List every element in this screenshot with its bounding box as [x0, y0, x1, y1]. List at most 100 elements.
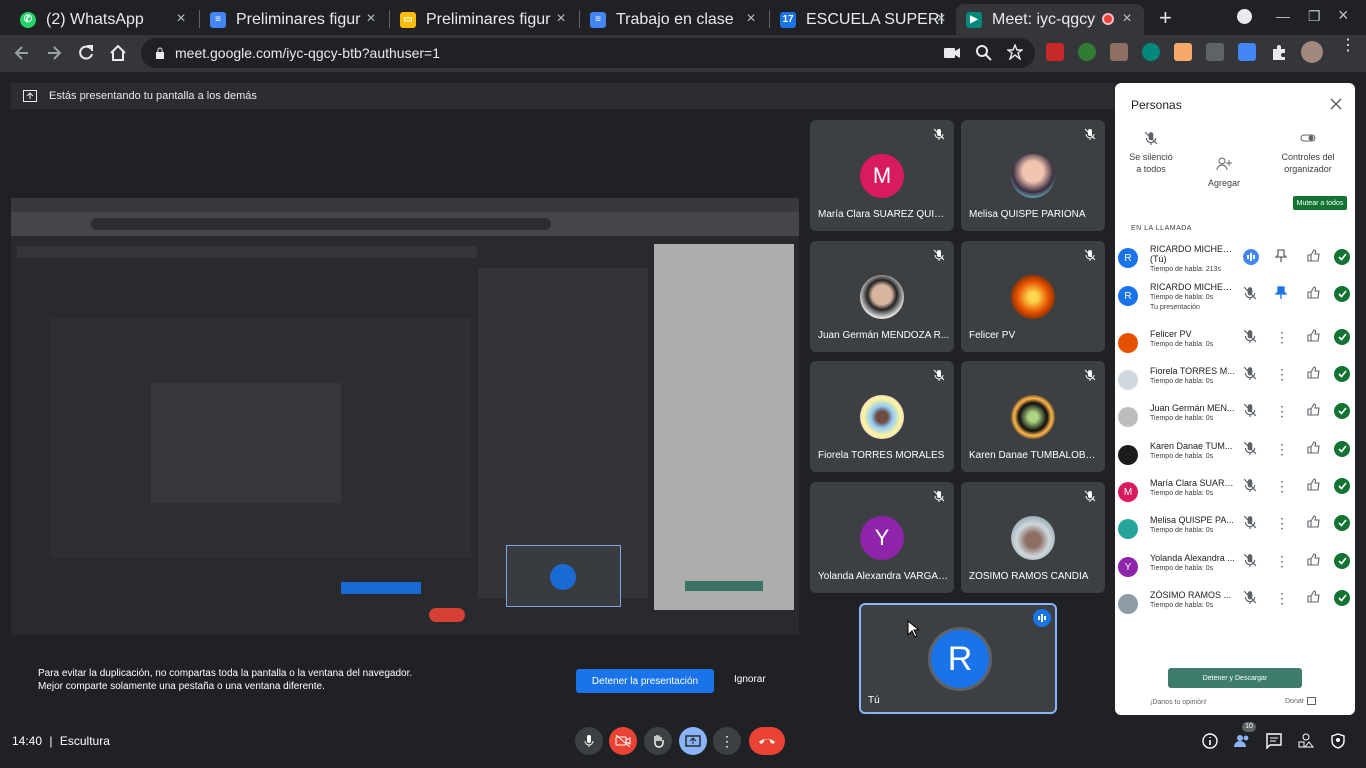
thumbs-up-icon[interactable]: [1307, 590, 1320, 603]
people-icon[interactable]: [1234, 733, 1250, 749]
thumbs-up-icon[interactable]: [1307, 515, 1320, 528]
more-vert-icon[interactable]: ⋮: [1275, 553, 1289, 569]
mic-off-icon[interactable]: [1243, 366, 1257, 380]
mic-off-icon[interactable]: [1243, 515, 1257, 529]
more-vert-icon[interactable]: ⋮: [1275, 366, 1289, 382]
participant-row[interactable]: R RICARDO MICHEL ... (Tú) Tiempo de habla: …: [1115, 242, 1355, 278]
more-vert-icon[interactable]: ⋮: [1275, 329, 1289, 345]
more-vert-icon[interactable]: ⋮: [1275, 590, 1289, 606]
close-icon[interactable]: [1330, 98, 1342, 110]
extension-teal-icon[interactable]: [1142, 43, 1160, 61]
pin-icon[interactable]: [1275, 286, 1287, 300]
profile-avatar[interactable]: [1301, 41, 1323, 63]
zoom-icon[interactable]: [976, 45, 992, 61]
tab-whatsapp[interactable]: ✆ (2) WhatsApp ×: [10, 4, 198, 35]
back-icon[interactable]: [12, 43, 32, 63]
mic-off-icon[interactable]: [1243, 553, 1257, 567]
participant-tile[interactable]: Fiorela TORRES MORALES: [810, 361, 954, 472]
extension-brown-icon[interactable]: [1110, 43, 1128, 61]
mic-off-icon[interactable]: [1243, 286, 1257, 300]
pin-icon[interactable]: [1275, 249, 1287, 263]
participant-row[interactable]: Felicer PV Tiempo de habla: 0s ⋮: [1115, 327, 1355, 363]
chat-icon[interactable]: [1266, 733, 1282, 749]
tab-preliminares-slides[interactable]: ▭ Preliminares figur ×: [390, 4, 578, 35]
close-tab-icon[interactable]: ×: [1120, 11, 1134, 27]
mic-off-icon[interactable]: [1243, 329, 1257, 343]
forward-icon[interactable]: [44, 43, 64, 63]
camera-icon[interactable]: [944, 47, 960, 59]
admitted-check[interactable]: [1334, 478, 1350, 494]
reload-icon[interactable]: [76, 43, 96, 63]
activities-icon[interactable]: [1298, 733, 1314, 749]
mic-off-icon[interactable]: [1243, 441, 1257, 455]
extension-green-icon[interactable]: [1078, 43, 1096, 61]
participant-row[interactable]: Karen Danae TUM... Tiempo de habla: 0s ⋮: [1115, 439, 1355, 475]
participant-row[interactable]: Y Yolanda Alexandra ... Tiempo de habla: 0…: [1115, 551, 1355, 587]
mute-all-button[interactable]: Mutear a todos: [1293, 196, 1347, 210]
extension-orange-icon[interactable]: [1174, 43, 1192, 61]
feedback-link[interactable]: ¡Danos tu opinión!: [1150, 699, 1207, 706]
donate-link[interactable]: Donar: [1285, 697, 1317, 705]
chrome-menu-icon[interactable]: ⋮: [1340, 38, 1356, 54]
self-tile[interactable]: R Tú: [859, 603, 1057, 714]
thumbs-up-icon[interactable]: [1307, 366, 1320, 379]
tab-preliminares-docs[interactable]: ≡ Preliminares figur ×: [200, 4, 388, 35]
close-window-icon[interactable]: ×: [1338, 5, 1349, 26]
new-tab-icon[interactable]: +: [1159, 5, 1172, 31]
raise-hand-button[interactable]: [644, 727, 672, 755]
muted-all-action[interactable]: Se silenció a todos: [1125, 131, 1177, 175]
participant-tile[interactable]: Juan Germán MENDOZA R...: [810, 241, 954, 352]
close-tab-icon[interactable]: ×: [744, 11, 758, 27]
admitted-check[interactable]: [1334, 366, 1350, 382]
admitted-check[interactable]: [1334, 553, 1350, 569]
participant-tile[interactable]: Karen Danae TUMBALOBO...: [961, 361, 1105, 472]
extension-vm-icon[interactable]: [1046, 43, 1064, 61]
camera-off-button[interactable]: [609, 727, 637, 755]
stop-presenting-button[interactable]: Detener la presentación: [576, 669, 714, 693]
admitted-check[interactable]: [1334, 329, 1350, 345]
admitted-check[interactable]: [1334, 249, 1350, 265]
participant-tile[interactable]: ZÓSIMO RAMOS CANDIA: [961, 482, 1105, 593]
admitted-check[interactable]: [1334, 515, 1350, 531]
thumbs-up-icon[interactable]: [1307, 249, 1320, 262]
more-vert-icon[interactable]: ⋮: [1275, 478, 1289, 494]
mic-button[interactable]: [575, 727, 603, 755]
participant-row[interactable]: R RICARDO MICHEL ... Tiempo de habla: 0s Tu…: [1115, 280, 1355, 316]
participant-tile[interactable]: Felicer PV: [961, 241, 1105, 352]
thumbs-up-icon[interactable]: [1307, 286, 1320, 299]
home-icon[interactable]: [108, 43, 128, 63]
stop-download-button[interactable]: Detener y Descargar: [1168, 668, 1302, 688]
host-controls-icon[interactable]: [1330, 733, 1346, 749]
participant-row[interactable]: Fiorela TORRES M... Tiempo de habla: 0s ⋮: [1115, 364, 1355, 400]
extensions-puzzle-icon[interactable]: [1270, 43, 1288, 61]
maximize-icon[interactable]: ❐: [1308, 8, 1321, 25]
more-vert-icon[interactable]: ⋮: [1275, 403, 1289, 419]
star-icon[interactable]: [1007, 44, 1023, 60]
participant-row[interactable]: ZÓSIMO RAMOS ... Tiempo de habla: 0s ⋮: [1115, 588, 1355, 624]
close-tab-icon[interactable]: ×: [934, 11, 948, 27]
meeting-details-icon[interactable]: [1202, 733, 1218, 749]
participant-tile[interactable]: M María Clara SUAREZ QUISPE: [810, 120, 954, 231]
thumbs-up-icon[interactable]: [1307, 403, 1320, 416]
participant-row[interactable]: M María Clara SUARE... Tiempo de habla: 0s…: [1115, 476, 1355, 512]
minimize-icon[interactable]: —: [1276, 8, 1290, 24]
participant-tile[interactable]: Melisa QUISPE PARIONA: [961, 120, 1105, 231]
thumbs-up-icon[interactable]: [1307, 553, 1320, 566]
close-tab-icon[interactable]: ×: [554, 11, 568, 27]
tab-escuela[interactable]: 17 ESCUELA SUPERI ×: [770, 4, 958, 35]
present-button[interactable]: [679, 727, 707, 755]
participant-row[interactable]: Melisa QUISPE PA... Tiempo de habla: 0s ⋮: [1115, 513, 1355, 549]
more-vert-icon[interactable]: ⋮: [1275, 515, 1289, 531]
extension-camera-icon[interactable]: [1206, 43, 1224, 61]
address-bar[interactable]: meet.google.com/iyc-qgcy-btb?authuser=1: [141, 38, 1035, 68]
mic-off-icon[interactable]: [1243, 478, 1257, 492]
more-options-button[interactable]: ⋮: [713, 727, 741, 755]
add-people-button[interactable]: Agregar: [1199, 157, 1249, 189]
tab-search-icon[interactable]: [1237, 9, 1252, 24]
thumbs-up-icon[interactable]: [1307, 441, 1320, 454]
admitted-check[interactable]: [1334, 403, 1350, 419]
admitted-check[interactable]: [1334, 441, 1350, 457]
extension-doc-icon[interactable]: [1238, 43, 1256, 61]
thumbs-up-icon[interactable]: [1307, 478, 1320, 491]
mic-off-icon[interactable]: [1243, 403, 1257, 417]
